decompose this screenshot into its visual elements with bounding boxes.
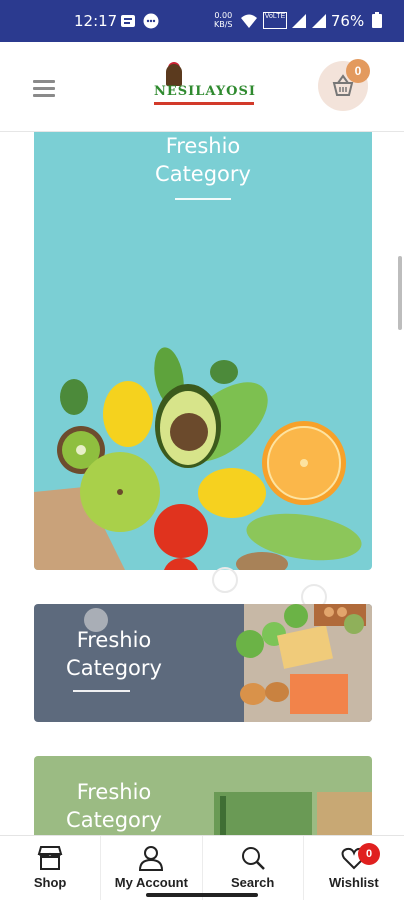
notification-icon bbox=[121, 15, 135, 27]
wishlist-count-badge: 0 bbox=[358, 843, 380, 865]
chat-icon bbox=[143, 13, 159, 29]
wifi-icon bbox=[241, 14, 257, 28]
volte-icon: VoLTE bbox=[263, 12, 287, 29]
tab-label: Wishlist bbox=[329, 875, 379, 890]
battery-icon bbox=[372, 12, 382, 28]
user-icon bbox=[139, 846, 164, 871]
home-indicator[interactable] bbox=[146, 893, 258, 897]
app-header: NESILAYOSI 0 bbox=[0, 42, 404, 132]
search-icon bbox=[241, 847, 265, 870]
logo-underline bbox=[154, 102, 254, 105]
bottom-tab-bar: Shop My Account Search Wishlist bbox=[0, 835, 404, 900]
tab-label: Search bbox=[230, 875, 275, 890]
status-time: 12:17 bbox=[74, 12, 118, 30]
signal-icon-2 bbox=[312, 14, 326, 28]
tab-my-account[interactable]: My Account bbox=[101, 836, 203, 900]
battery-level: 76% bbox=[331, 12, 382, 30]
tab-wishlist[interactable]: Wishlist bbox=[304, 836, 404, 900]
touch-ripple bbox=[84, 608, 108, 632]
logo-text: NESILAYOSI bbox=[154, 84, 256, 99]
tab-search[interactable]: Search bbox=[203, 836, 304, 900]
tab-shop[interactable]: Shop bbox=[0, 836, 102, 900]
brand-logo[interactable]: NESILAYOSI bbox=[150, 62, 258, 112]
data-speed: 0.00 KB/S bbox=[214, 11, 233, 29]
scrollbar[interactable] bbox=[398, 256, 402, 330]
carousel-indicator[interactable] bbox=[212, 567, 238, 593]
category-card-fruits[interactable]: Freshio Category bbox=[34, 132, 372, 570]
tab-label: Shop bbox=[33, 875, 67, 890]
signal-icon bbox=[292, 14, 306, 28]
status-bar: 12:17 0.00 KB/S VoLTE 76% bbox=[0, 0, 404, 42]
packaged-goods-image bbox=[214, 792, 372, 846]
cart-count-badge: 0 bbox=[346, 59, 370, 83]
hamburger-menu-icon[interactable] bbox=[33, 80, 55, 98]
category-card-packaged[interactable]: Freshio Category bbox=[34, 756, 372, 846]
shop-icon bbox=[37, 846, 63, 870]
tab-label: My Account bbox=[114, 875, 188, 890]
logo-figure bbox=[166, 64, 182, 86]
fruits-vegetables-image bbox=[34, 347, 362, 570]
